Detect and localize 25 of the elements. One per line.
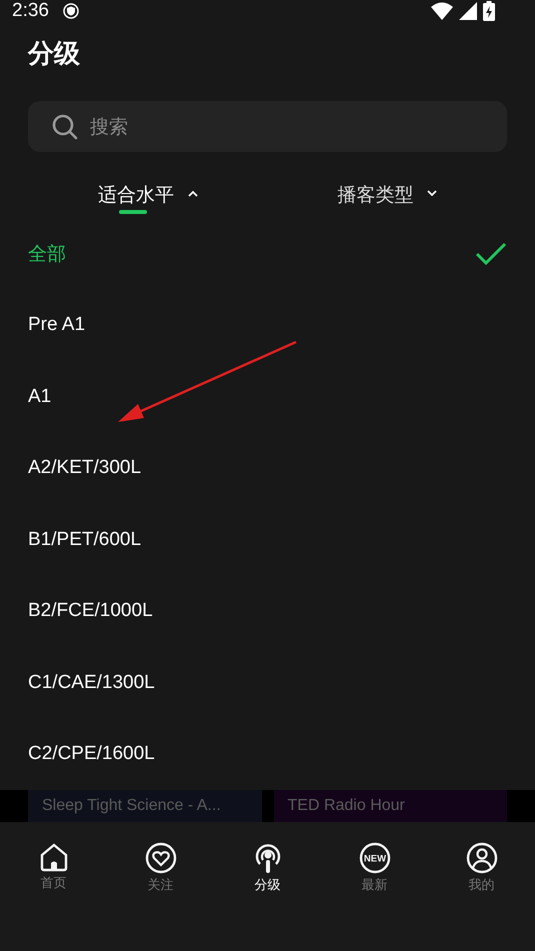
level-option[interactable]: B2/FCE/1000L xyxy=(28,576,507,647)
nav-tab[interactable]: 首页 xyxy=(0,842,107,951)
search-field[interactable]: 搜索 xyxy=(28,101,507,152)
level-option[interactable]: Pre A1 xyxy=(28,290,507,361)
nav-tab[interactable]: NEW 最新 xyxy=(321,842,428,951)
user-icon xyxy=(466,842,498,874)
level-option[interactable]: A1 xyxy=(28,361,507,432)
check-icon xyxy=(475,242,507,266)
level-option[interactable]: B1/PET/600L xyxy=(28,504,507,576)
level-option[interactable]: C2/CPE/1600L xyxy=(28,718,507,790)
level-option[interactable]: C1/CAE/1300L xyxy=(28,647,507,718)
caret-icon xyxy=(188,190,198,197)
tab-indicator xyxy=(118,210,147,214)
status-time: 2:36 xyxy=(12,0,49,22)
caret-icon xyxy=(427,190,438,197)
home-icon xyxy=(38,842,68,872)
nav-tab[interactable]: 关注 xyxy=(107,842,214,951)
wifi-icon xyxy=(431,2,453,20)
signal-icon xyxy=(459,2,477,20)
new-icon: NEW xyxy=(358,842,390,874)
level-option[interactable]: A2/KET/300L xyxy=(28,432,507,504)
nav-tab[interactable]: 我的 xyxy=(428,842,535,951)
shield-icon xyxy=(62,3,79,19)
nav-tab[interactable]: 分级 xyxy=(214,842,321,951)
page-title: 分级 xyxy=(28,38,81,71)
